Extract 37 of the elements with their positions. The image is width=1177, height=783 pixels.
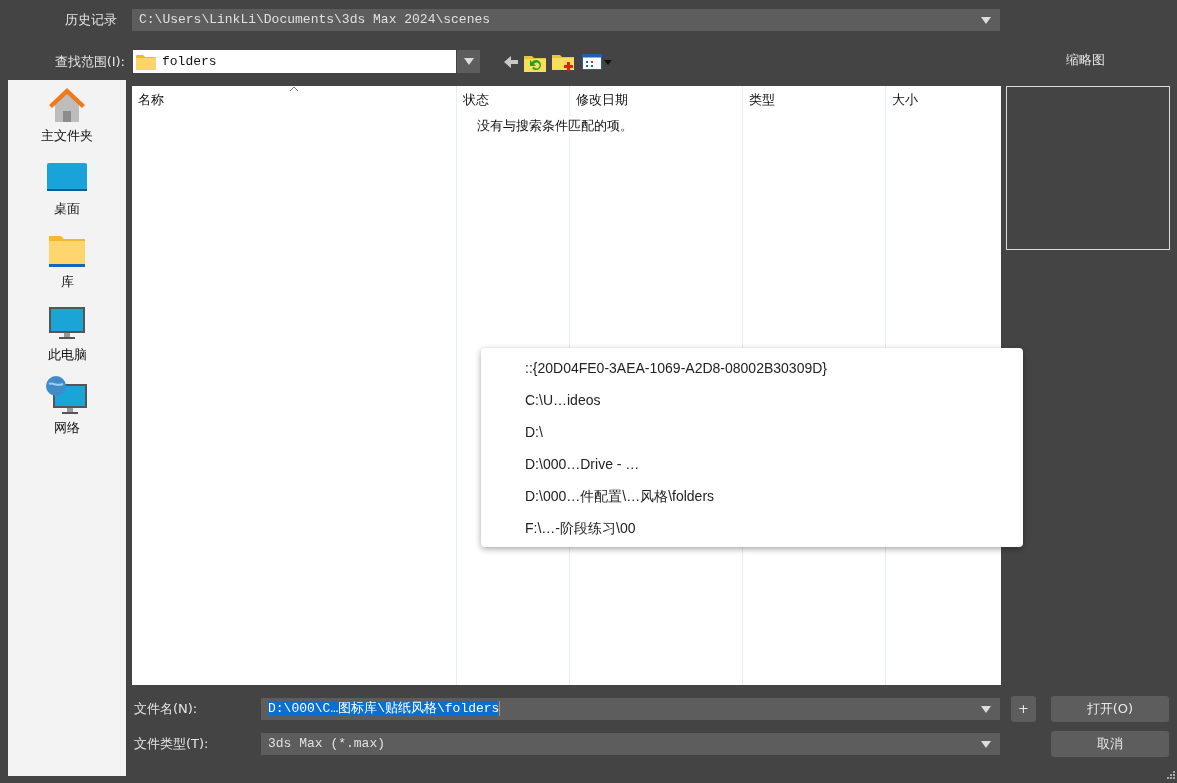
column-header[interactable]: 状态 xyxy=(457,86,569,112)
history-label: 历史记录 xyxy=(64,11,117,30)
back-arrow-icon[interactable] xyxy=(504,55,518,68)
sidebar-item[interactable]: 网络 xyxy=(8,376,126,449)
file-type-label: 文件类型(T): xyxy=(133,735,210,754)
sidebar-item[interactable]: 桌面 xyxy=(8,157,126,230)
column-header[interactable]: 大小 xyxy=(886,86,1001,112)
folder-icon xyxy=(136,53,156,70)
dropdown-arrow-icon xyxy=(981,16,991,24)
file-name-label: 文件名(N): xyxy=(133,700,199,719)
menu-item[interactable]: D:\000…Drive - … xyxy=(481,448,1023,480)
dropdown-arrow-icon xyxy=(981,705,991,713)
sidebar-item[interactable]: 此电脑 xyxy=(8,303,126,376)
menu-item[interactable]: F:\…-阶段练习\00 xyxy=(481,512,1023,544)
look-in-dropdown-button[interactable] xyxy=(457,50,480,73)
menu-item[interactable]: ::{20D04FE0-3AEA-1069-A2D8-08002B30309D} xyxy=(481,352,1023,384)
dropdown-arrow-icon xyxy=(981,740,991,748)
look-in-combo[interactable]: folders xyxy=(133,50,456,73)
menu-item[interactable]: D:\000…件配置\…风格\folders xyxy=(481,480,1023,512)
look-in-label: 查找范围(I): xyxy=(53,52,125,71)
thumbnail-label: 缩略图 xyxy=(1066,50,1105,69)
file-type-field[interactable]: 3ds Max (*.max) xyxy=(261,733,1000,755)
menu-item[interactable]: C:\U…ideos xyxy=(481,384,1023,416)
column-header[interactable]: 名称 xyxy=(132,86,456,112)
dialog-button[interactable]: 打开(O) xyxy=(1051,696,1169,722)
column-header[interactable]: 修改日期 xyxy=(570,86,742,112)
history-combo[interactable]: C:\Users\LinkLi\Documents\3ds Max 2024\scenes xyxy=(132,9,1000,31)
sidebar-item[interactable]: 主文件夹 xyxy=(8,84,126,157)
sidebar-item[interactable]: 库 xyxy=(8,230,126,303)
column-header[interactable]: 类型 xyxy=(743,86,885,112)
dropdown-arrow-icon xyxy=(463,58,474,65)
file-name-field[interactable]: D:\000\C…图标库\贴纸风格\folders xyxy=(261,698,1000,720)
dialog-button[interactable]: 取消 xyxy=(1051,731,1169,757)
menu-item[interactable]: D:\ xyxy=(481,416,1023,448)
add-button[interactable]: + xyxy=(1011,696,1036,722)
view-menu-icon[interactable] xyxy=(582,52,612,71)
resize-grip-icon[interactable] xyxy=(1165,771,1175,781)
